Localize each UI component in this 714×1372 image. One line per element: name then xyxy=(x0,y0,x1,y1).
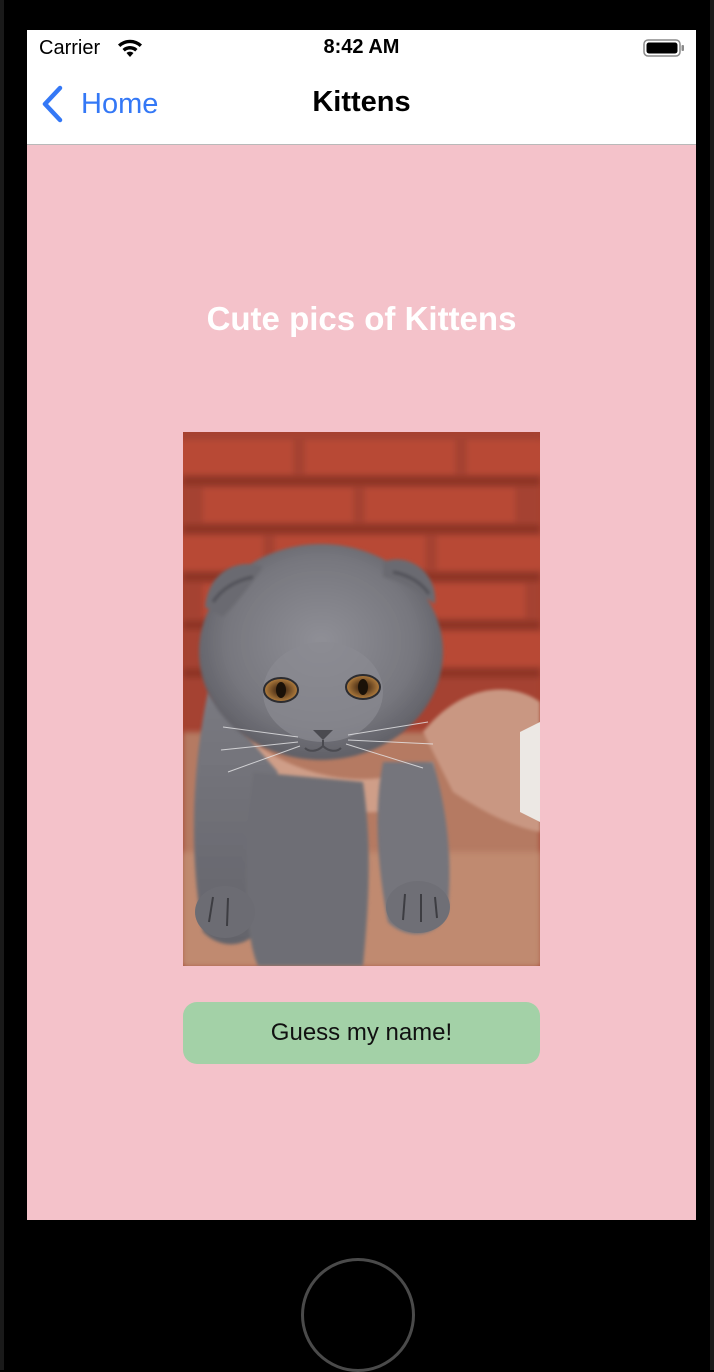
bezel-left xyxy=(0,0,4,1370)
guess-name-button[interactable]: Guess my name! xyxy=(183,1002,540,1064)
phone-device: Carrier 8:42 AM Home Kittens Cute pics o… xyxy=(0,0,714,1372)
status-time: 8:42 AM xyxy=(323,36,400,58)
kitten-photo xyxy=(183,432,540,966)
navigation-bar: Home Kittens xyxy=(27,68,696,145)
status-bar: Carrier 8:42 AM xyxy=(27,30,696,68)
nav-title: Kittens xyxy=(312,86,411,118)
page-headline: Cute pics of Kittens xyxy=(206,300,517,337)
battery-icon xyxy=(643,39,684,57)
bezel-right xyxy=(710,0,714,1370)
screen: Carrier 8:42 AM Home Kittens Cute pics o… xyxy=(27,30,696,1220)
home-button[interactable] xyxy=(301,1258,415,1372)
